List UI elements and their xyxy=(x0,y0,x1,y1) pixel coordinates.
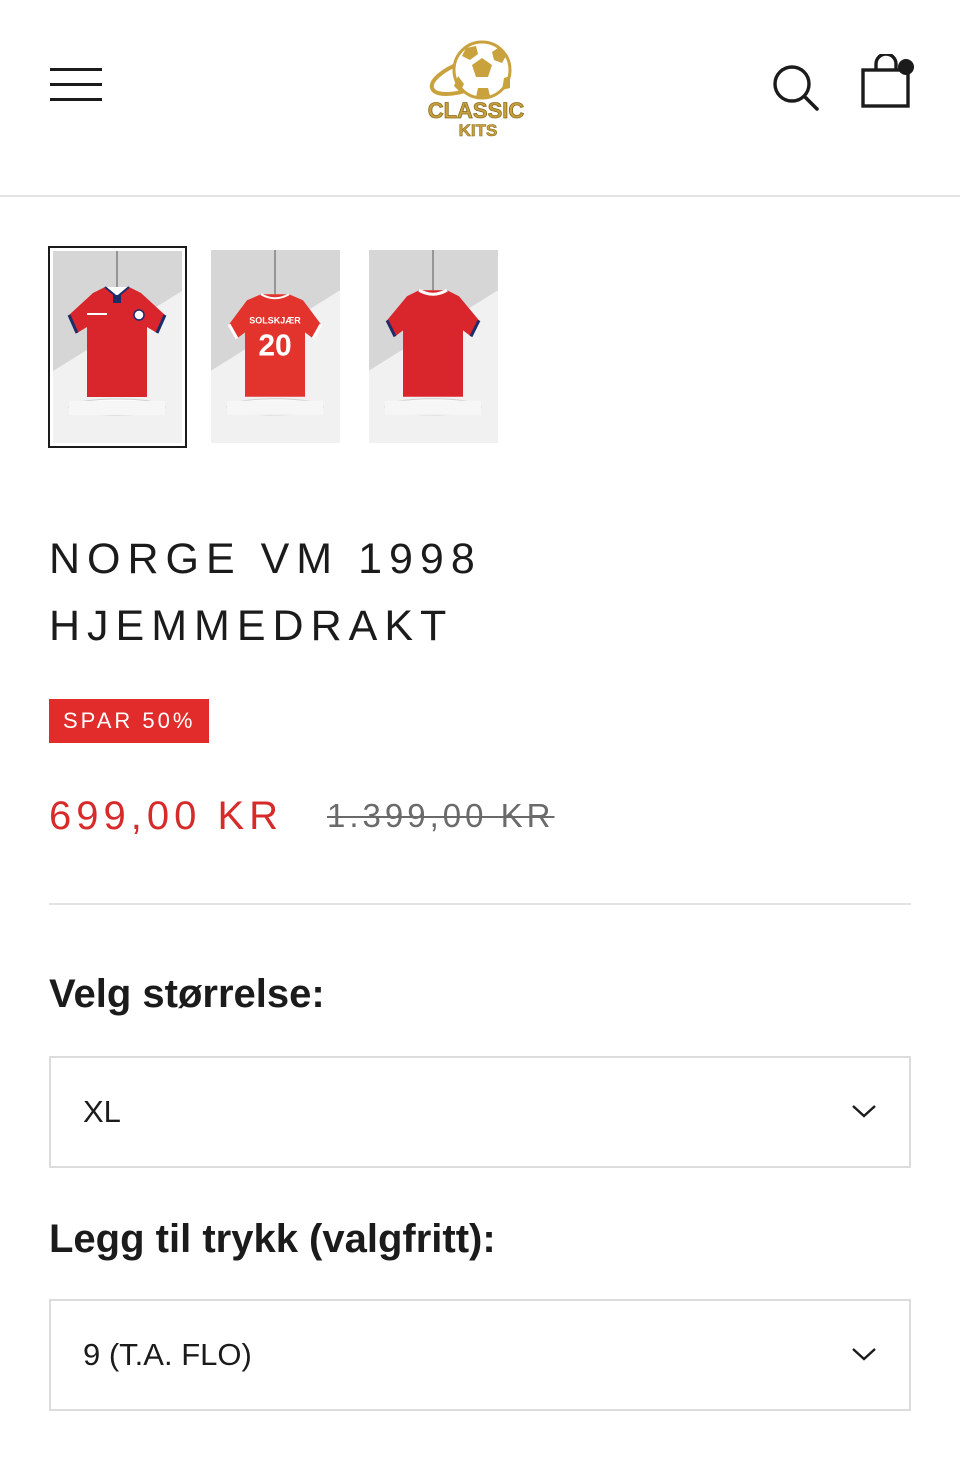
product-title: NORGE VM 1998 HJEMMEDRAKT xyxy=(49,526,909,660)
search-button[interactable] xyxy=(768,60,822,114)
size-label: Velg størrelse: xyxy=(49,972,325,1016)
thumbnail-back[interactable] xyxy=(369,250,498,443)
size-select[interactable]: XL xyxy=(49,1056,911,1168)
thumbnail-front[interactable] xyxy=(48,246,187,448)
product-title-line2: HJEMMEDRAKT xyxy=(49,602,454,650)
hamburger-icon-bar xyxy=(50,98,102,101)
price-row: 699,00 KR 1.399,00 KR xyxy=(49,788,555,844)
shopping-bag-icon xyxy=(861,52,914,108)
hamburger-icon-bar xyxy=(50,83,102,86)
logo-icon: CLASSIC KITS xyxy=(427,40,525,140)
jersey-back-printed-image: SOLSKJÆR 20 xyxy=(211,250,340,443)
menu-button[interactable] xyxy=(48,66,106,106)
cart-badge-dot xyxy=(898,59,914,75)
logo-text-classic: CLASSIC xyxy=(428,98,525,123)
search-icon xyxy=(773,65,819,111)
discount-badge: SPAR 50% xyxy=(49,699,210,743)
print-select[interactable]: 9 (T.A. FLO) xyxy=(49,1299,911,1411)
logo-text-kits: KITS xyxy=(459,121,498,140)
original-price: 1.399,00 KR xyxy=(327,797,555,834)
size-select-value: XL xyxy=(83,1094,121,1129)
jersey-back-image xyxy=(369,250,498,443)
print-label: Legg til trykk (valgfritt): xyxy=(49,1217,496,1261)
jersey-print-name: SOLSKJÆR xyxy=(249,315,301,325)
site-header: CLASSIC KITS xyxy=(0,0,960,197)
product-title-line1: NORGE VM 1998 xyxy=(49,535,482,583)
chevron-down-icon xyxy=(852,1105,876,1118)
thumbnail-back-printed[interactable]: SOLSKJÆR 20 xyxy=(211,250,340,443)
chevron-down-icon xyxy=(852,1348,876,1361)
hamburger-icon-bar xyxy=(50,68,102,71)
sale-price: 699,00 KR xyxy=(49,793,284,838)
jersey-front-image xyxy=(53,251,182,443)
classic-kits-logo[interactable]: CLASSIC KITS xyxy=(426,36,528,140)
divider xyxy=(49,903,911,905)
cart-button[interactable] xyxy=(856,52,920,114)
print-select-value: 9 (T.A. FLO) xyxy=(83,1337,252,1372)
jersey-print-number: 20 xyxy=(258,329,291,362)
